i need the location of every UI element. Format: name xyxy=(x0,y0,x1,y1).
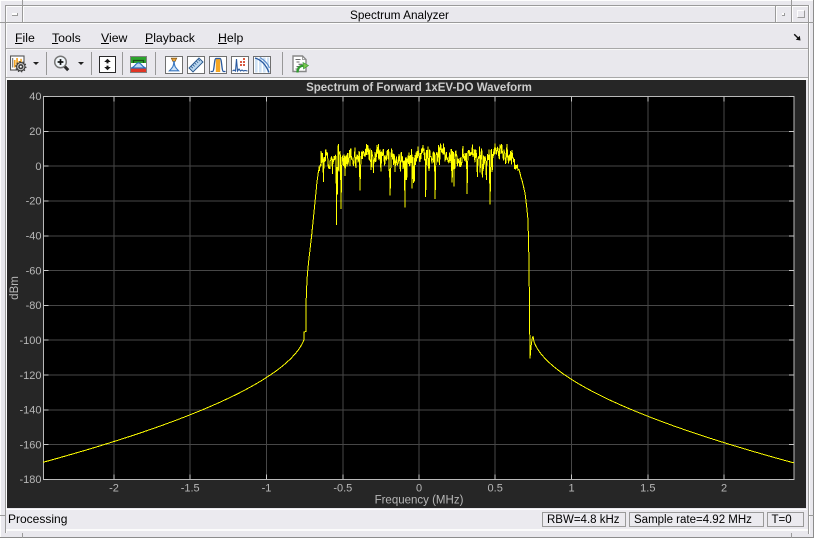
svg-text:-2: -2 xyxy=(109,483,119,495)
svg-text:-100: -100 xyxy=(19,335,41,347)
svg-text:-20: -20 xyxy=(26,196,42,208)
svg-text:-180: -180 xyxy=(19,474,41,486)
svg-text:-0.5: -0.5 xyxy=(333,483,352,495)
svg-text:-120: -120 xyxy=(19,370,41,382)
svg-text:0.5: 0.5 xyxy=(488,483,503,495)
svg-text:-160: -160 xyxy=(19,439,41,451)
svg-text:1.5: 1.5 xyxy=(640,483,655,495)
svg-text:Frequency (MHz): Frequency (MHz) xyxy=(375,495,464,507)
svg-text:2: 2 xyxy=(721,483,727,495)
svg-text:-1: -1 xyxy=(262,483,272,495)
svg-text:40: 40 xyxy=(29,91,41,103)
svg-text:-140: -140 xyxy=(19,405,41,417)
svg-text:-40: -40 xyxy=(26,231,42,243)
svg-text:dBm: dBm xyxy=(9,276,21,300)
svg-text:-60: -60 xyxy=(26,265,42,277)
svg-text:1: 1 xyxy=(568,483,574,495)
svg-text:-80: -80 xyxy=(26,300,42,312)
svg-text:0: 0 xyxy=(35,161,41,173)
svg-text:0: 0 xyxy=(416,483,422,495)
svg-text:Spectrum of Forward 1xEV-DO Wa: Spectrum of Forward 1xEV-DO Waveform xyxy=(306,82,532,94)
svg-text:-1.5: -1.5 xyxy=(181,483,200,495)
svg-text:20: 20 xyxy=(29,126,41,138)
